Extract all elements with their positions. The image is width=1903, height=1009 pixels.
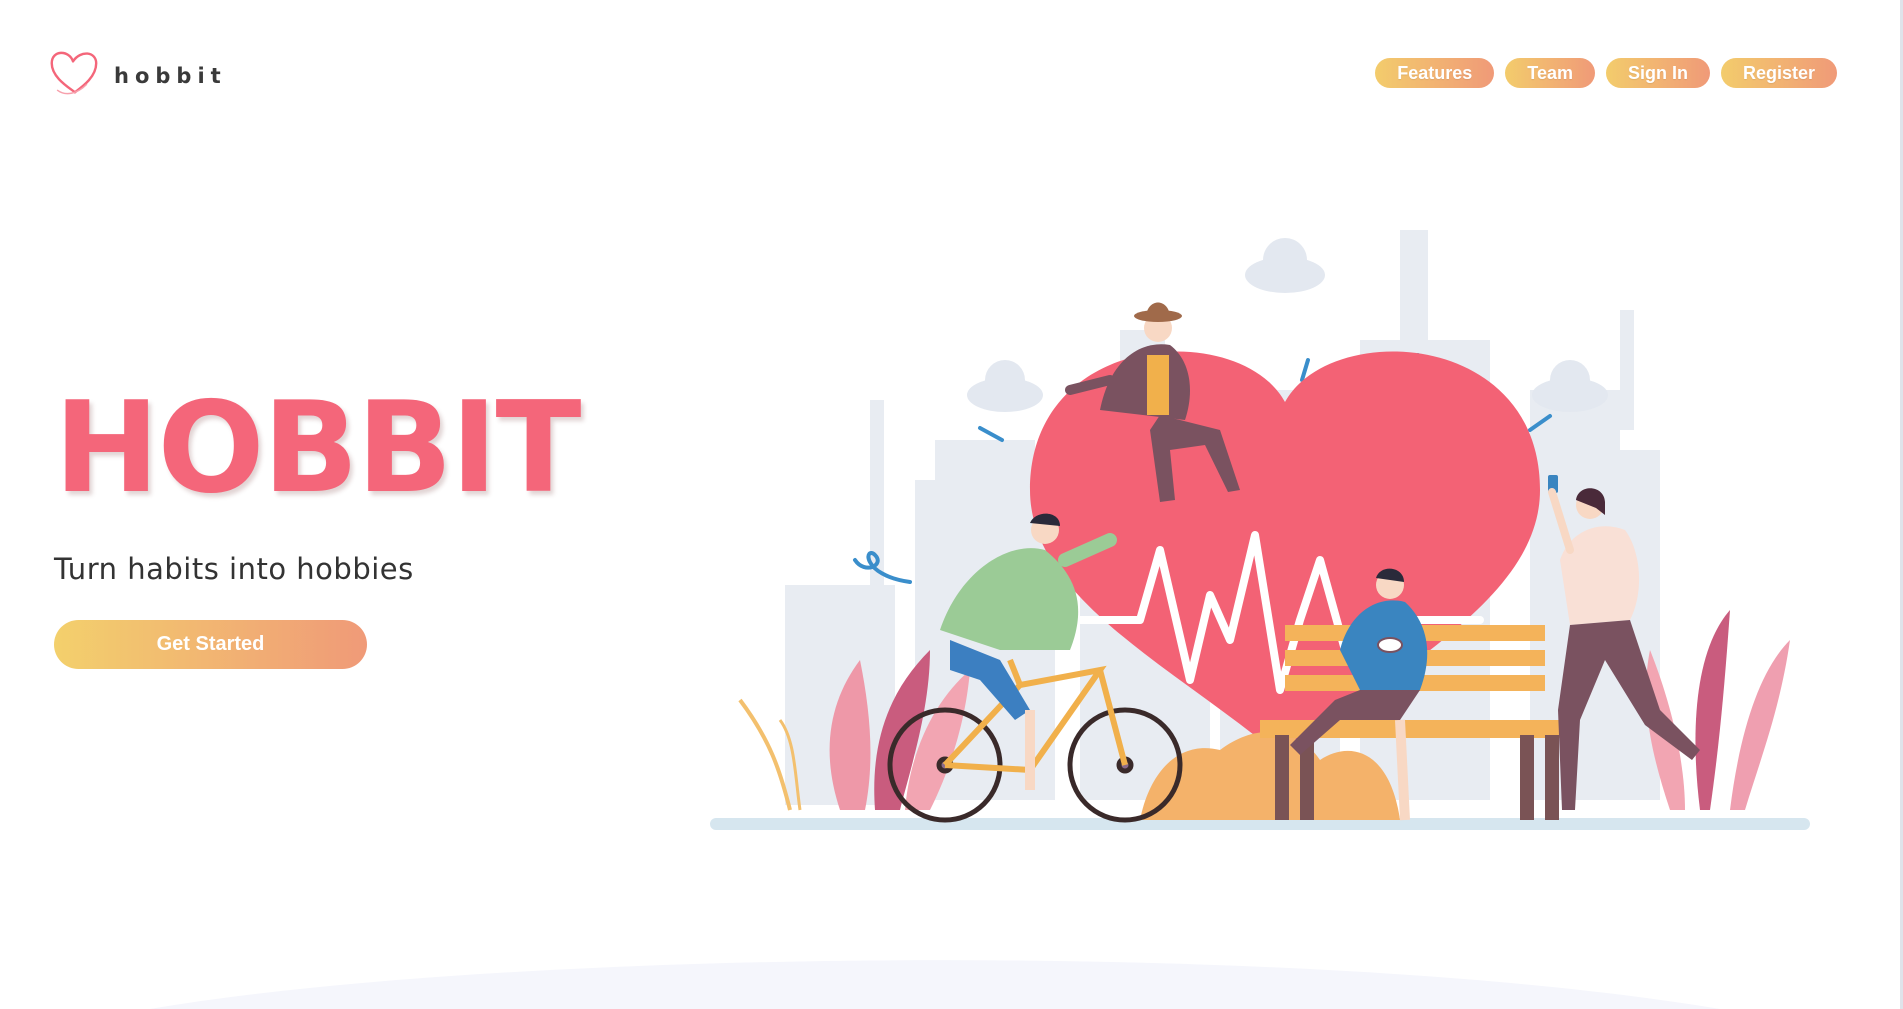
cloud-icons xyxy=(967,238,1608,412)
hero-illustration xyxy=(710,230,1810,830)
plants-right xyxy=(1646,610,1790,810)
brand-logo[interactable]: hobbit xyxy=(44,42,227,100)
main-nav: Features Team Sign In Register xyxy=(1375,58,1837,88)
nav-sign-in-button[interactable]: Sign In xyxy=(1605,58,1710,88)
nav-features-button[interactable]: Features xyxy=(1375,58,1495,88)
nav-register-button[interactable]: Register xyxy=(1720,58,1837,88)
nav-team-button[interactable]: Team xyxy=(1505,58,1595,88)
hero-subtitle: Turn habits into hobbies xyxy=(54,552,414,586)
heart-logo-icon xyxy=(50,51,98,95)
navbar: hobbit Features Team Sign In Register xyxy=(0,0,1903,140)
hero-title: HOBBIT xyxy=(54,374,581,521)
brand-name: hobbit xyxy=(114,64,227,88)
get-started-button[interactable]: Get Started xyxy=(54,620,367,669)
bottom-wave xyxy=(150,960,1720,1009)
